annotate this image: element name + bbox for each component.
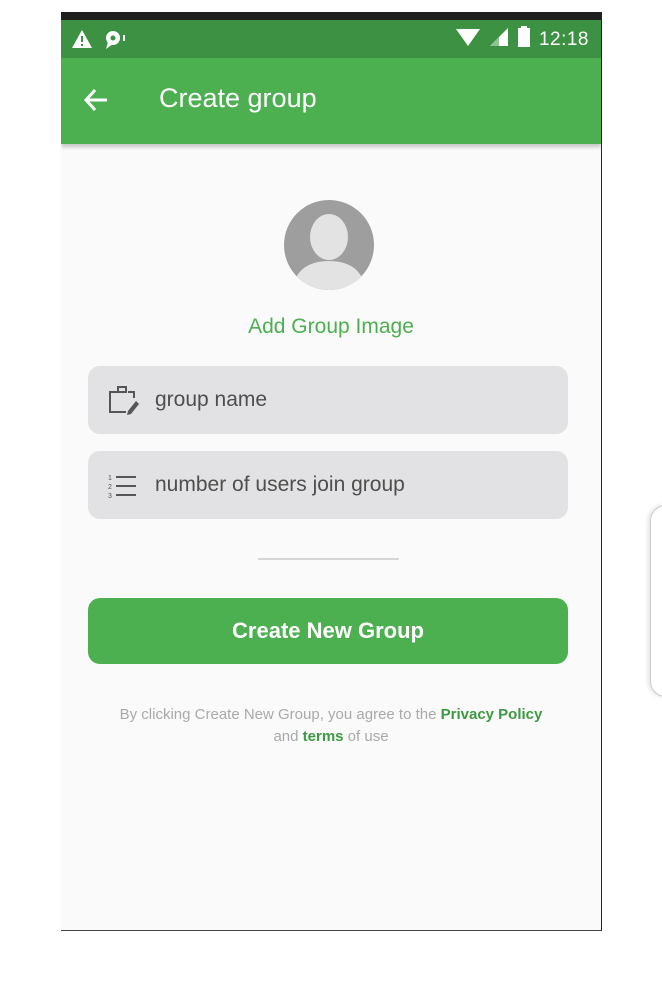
svg-text:1: 1 [108, 475, 112, 482]
back-button[interactable] [81, 84, 113, 116]
group-name-field[interactable] [88, 366, 568, 434]
phone-screen: 12:18 Create group Add Group Image group… [61, 12, 602, 931]
svg-text:2: 2 [108, 484, 112, 491]
terms-and: and [273, 728, 299, 745]
notification-icon [103, 28, 127, 55]
page-title: Create group [159, 83, 317, 113]
avatar-placeholder-icon [284, 200, 374, 290]
side-panel-tab[interactable] [650, 505, 662, 697]
app-bar: Create group [61, 58, 601, 144]
device-top-edge [61, 12, 601, 20]
status-time: 12:18 [538, 28, 589, 50]
numbered-list-icon: 1 2 3 [106, 469, 140, 503]
terms-prefix: By clicking Create New Group, you agree … [119, 706, 437, 723]
users-count-field[interactable]: 1 2 3 [88, 451, 568, 519]
divider [258, 558, 399, 560]
create-new-group-button[interactable]: Create New Group [88, 598, 568, 664]
arrow-left-icon [83, 88, 107, 112]
users-count-input[interactable] [155, 451, 555, 519]
add-group-image-link[interactable]: Add Group Image [61, 315, 601, 339]
group-name-input[interactable] [155, 366, 555, 434]
privacy-policy-link[interactable]: Privacy Policy [441, 706, 543, 723]
warning-icon [71, 28, 93, 55]
group-avatar-button[interactable] [284, 197, 374, 293]
terms-notice: By clicking Create New Group, you agree … [61, 704, 601, 748]
briefcase-edit-icon [106, 384, 140, 418]
svg-text:3: 3 [108, 493, 112, 500]
battery-icon [517, 26, 531, 53]
signal-icon [489, 26, 509, 53]
terms-link[interactable]: terms [303, 728, 344, 745]
terms-suffix: of use [347, 728, 389, 745]
status-bar: 12:18 [61, 20, 601, 58]
wifi-icon [455, 26, 481, 53]
